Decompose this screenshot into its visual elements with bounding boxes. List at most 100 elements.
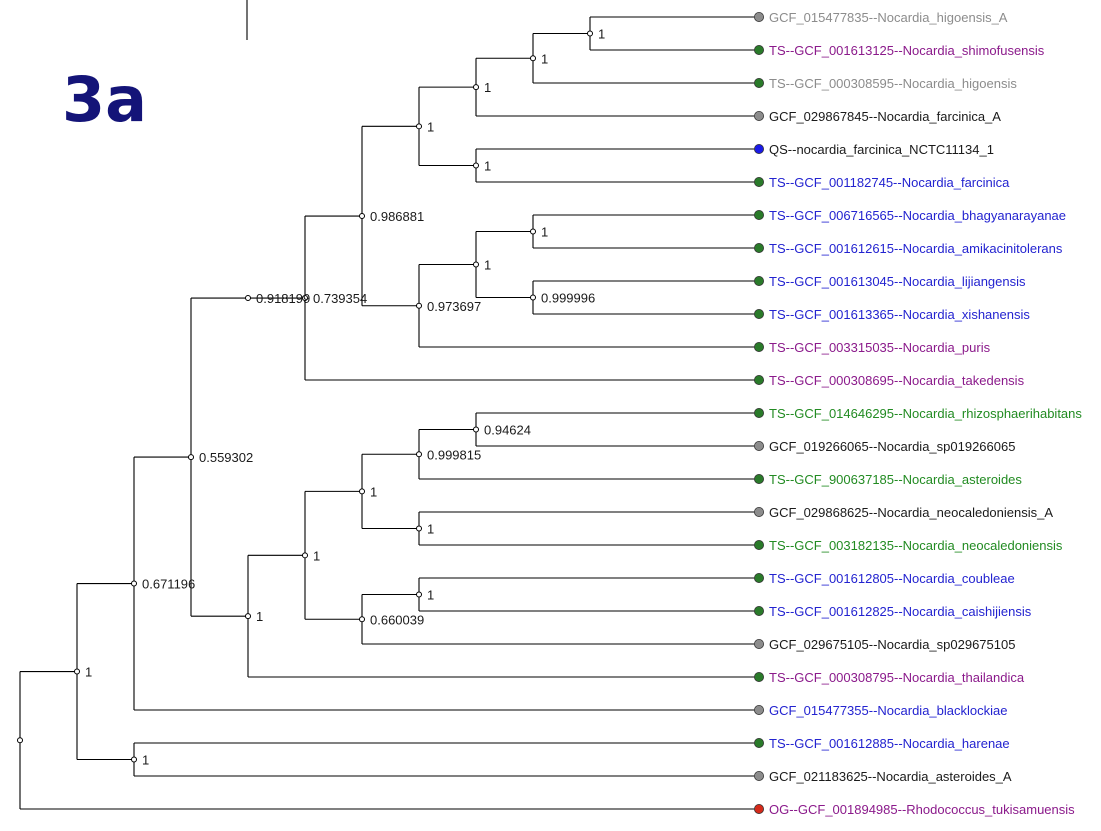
leaf-dot-gray xyxy=(754,11,765,22)
leaf-label: TS--GCF_001612615--Nocardia_amikacinitol… xyxy=(769,241,1063,256)
support-value-label: 1 xyxy=(313,548,320,563)
internal-node-marker xyxy=(74,668,80,675)
leaf-dot-green xyxy=(754,374,765,385)
internal-node-marker xyxy=(245,613,251,620)
leaf-label: GCF_021183625--Nocardia_asteroides_A xyxy=(769,769,1012,784)
leaf-label: TS--GCF_003182135--Nocardia_neocaledonie… xyxy=(769,538,1063,553)
leaf-label: GCF_015477355--Nocardia_blacklockiae xyxy=(769,703,1007,718)
support-value-label: 1 xyxy=(256,609,263,624)
leaf-label: TS--GCF_001612885--Nocardia_harenae xyxy=(769,736,1010,751)
support-value-label: 0.94624 xyxy=(484,423,531,438)
leaf-dot-gray xyxy=(754,440,765,451)
leaf-dot-green xyxy=(754,308,765,319)
leaf-dot-green xyxy=(754,606,765,617)
internal-node-marker xyxy=(359,213,365,220)
leaf-label: GCF_015477835--Nocardia_higoensis_A xyxy=(769,10,1008,25)
leaf-label: GCF_019266065--Nocardia_sp019266065 xyxy=(769,439,1015,454)
tree-nodes: 1111110.99999610.9736970.9868810.7393540… xyxy=(17,27,605,768)
leaf-label: TS--GCF_000308695--Nocardia_takedensis xyxy=(769,373,1025,388)
internal-node-marker xyxy=(131,756,137,763)
leaf-dot-gray xyxy=(754,771,765,782)
support-value-label: 1 xyxy=(142,753,149,768)
leaf-label: TS--GCF_001182745--Nocardia_farcinica xyxy=(769,175,1010,190)
leaf-dot-blue xyxy=(754,143,765,154)
leaf-dot-green xyxy=(754,275,765,286)
leaf-dot-green xyxy=(754,672,765,683)
leaf-label: TS--GCF_003315035--Nocardia_puris xyxy=(769,340,991,355)
support-value-label: 0.559302 xyxy=(199,450,253,465)
leaf-dot-green xyxy=(754,45,765,56)
support-value-label: 0.660039 xyxy=(370,612,424,627)
leaf-label: TS--GCF_001612825--Nocardia_caishijiensi… xyxy=(769,604,1032,619)
leaf-label: GCF_029867845--Nocardia_farcinica_A xyxy=(769,109,1001,124)
internal-node-marker xyxy=(416,302,422,309)
support-value-label: 0.999815 xyxy=(427,447,481,462)
leaf-dot-gray xyxy=(754,506,765,517)
leaf-label: QS--nocardia_farcinica_NCTC11134_1 xyxy=(769,142,994,157)
internal-node-marker xyxy=(131,580,137,587)
support-value-label: 0.918199 xyxy=(256,291,310,306)
leaf-label: OG--GCF_001894985--Rhodococcus_tukisamue… xyxy=(769,802,1075,817)
leaf-dot-green xyxy=(754,540,765,551)
support-value-label: 1 xyxy=(484,258,491,273)
tree-leaves: GCF_015477835--Nocardia_higoensis_A TS--G… xyxy=(754,10,1082,817)
leaf-dot-green xyxy=(754,573,765,584)
support-value-label: 1 xyxy=(541,225,548,240)
leaf-dot-green xyxy=(754,209,765,220)
leaf-dot-gray xyxy=(754,705,765,716)
leaf-dot-green xyxy=(754,341,765,352)
leaf-label: TS--GCF_014646295--Nocardia_rhizosphaeri… xyxy=(769,406,1082,421)
leaf-label: TS--GCF_001612805--Nocardia_coubleae xyxy=(769,571,1015,586)
support-value-label: 1 xyxy=(370,484,377,499)
support-value-label: 1 xyxy=(541,51,548,66)
support-value-label: 1 xyxy=(484,80,491,95)
panel-label: 3a xyxy=(62,63,147,136)
internal-node-marker xyxy=(530,228,536,235)
leaf-label: TS--GCF_001613365--Nocardia_xishanensis xyxy=(769,307,1030,322)
internal-node-marker xyxy=(416,525,422,532)
internal-node-marker xyxy=(473,84,479,91)
support-value-label: 0.999996 xyxy=(541,291,595,306)
leaf-dot-green xyxy=(754,242,765,253)
leaf-label: GCF_029675105--Nocardia_sp029675105 xyxy=(769,637,1015,652)
internal-node-marker xyxy=(530,294,536,301)
leaf-label: GCF_029868625--Nocardia_neocaledoniensis… xyxy=(769,505,1053,520)
leaf-dot-gray xyxy=(754,111,765,122)
leaf-dot-green xyxy=(754,78,765,89)
leaf-dot-green xyxy=(754,407,765,418)
support-value-label: 1 xyxy=(85,665,92,680)
internal-node-marker xyxy=(473,261,479,268)
internal-node-marker xyxy=(587,30,593,37)
internal-node-marker xyxy=(416,451,422,458)
internal-node-marker xyxy=(359,488,365,495)
support-value-label: 1 xyxy=(598,27,605,42)
support-value-label: 0.986881 xyxy=(370,209,424,224)
internal-node-marker xyxy=(188,454,194,461)
internal-node-marker xyxy=(416,123,422,130)
internal-node-marker xyxy=(245,295,251,302)
internal-node-marker xyxy=(17,737,23,744)
leaf-dot-gray xyxy=(754,639,765,650)
support-value-label: 1 xyxy=(427,522,434,537)
internal-node-marker xyxy=(473,162,479,169)
internal-node-marker xyxy=(530,55,536,62)
internal-node-marker xyxy=(359,616,365,623)
leaf-label: TS--GCF_001613125--Nocardia_shimofusensi… xyxy=(769,43,1045,58)
internal-node-marker xyxy=(416,591,422,598)
support-value-label: 1 xyxy=(484,159,491,174)
leaf-label: TS--GCF_001613045--Nocardia_lijiangensis xyxy=(769,274,1026,289)
leaf-dot-green xyxy=(754,738,765,749)
leaf-label: TS--GCF_000308595--Nocardia_higoensis xyxy=(769,76,1017,91)
leaf-label: TS--GCF_006716565--Nocardia_bhagyanaraya… xyxy=(769,208,1066,223)
support-value-label: 0.973697 xyxy=(427,299,481,314)
support-value-label: 1 xyxy=(427,119,434,134)
leaf-label: TS--GCF_000308795--Nocardia_thailandica xyxy=(769,670,1025,685)
leaf-label: TS--GCF_900637185--Nocardia_asteroides xyxy=(769,472,1022,487)
support-value-label: 0.671196 xyxy=(142,577,195,592)
leaf-dot-red xyxy=(754,804,765,815)
internal-node-marker xyxy=(473,426,479,433)
leaf-dot-green xyxy=(754,176,765,187)
internal-node-marker xyxy=(302,552,308,559)
phylogenetic-tree: 3a 1 1 1 1 1 1 0.999996 1 0.973697 0.986881 0.7393… xyxy=(17,0,1082,817)
leaf-dot-green xyxy=(754,473,765,484)
